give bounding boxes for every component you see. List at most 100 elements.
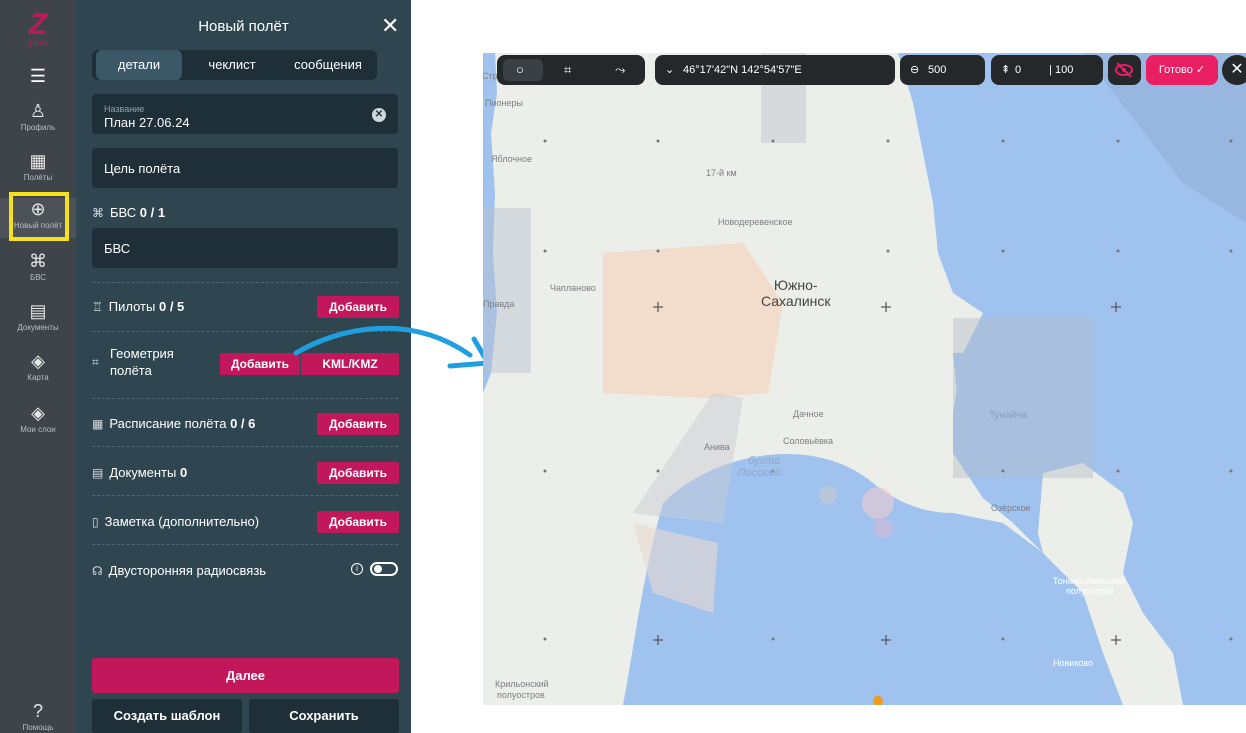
add-geometry-button[interactable]: Добавить	[220, 353, 300, 375]
drone-icon: ⌘	[92, 206, 104, 220]
altitude-icon: ⇞	[1001, 64, 1011, 76]
pilots-label: ♖ Пилоты 0 / 5	[92, 299, 185, 314]
app-logo: Z plus	[18, 8, 58, 49]
coordinates-value: 46°17'42"N 142°54'57"E	[683, 64, 802, 76]
geometry-icon: ⌗	[92, 355, 99, 369]
add-note-button[interactable]: Добавить	[317, 511, 399, 533]
nav-rail: Z plus ☰ ♙ Профиль ▦ Полёты ⊕ Новый полё…	[0, 0, 76, 733]
annotation-arrow	[293, 325, 491, 369]
city-label: Южно- Сахалинск	[761, 277, 831, 309]
flight-name-value: План 27.06.24	[104, 115, 190, 130]
visibility-button[interactable]	[1108, 55, 1141, 85]
map-view[interactable]: Пионеры Яблочное 17-й км Новодеревенское…	[483, 53, 1246, 705]
user-icon: ♙	[29, 101, 47, 121]
place-label: Соловьёвка	[783, 436, 834, 446]
done-label: Готово	[1158, 64, 1193, 76]
place-label: Крильонский	[495, 679, 549, 689]
tab-bar: детали чеклист сообщения	[92, 50, 377, 80]
create-template-button[interactable]: Создать шаблон	[92, 699, 242, 733]
divider	[92, 282, 398, 283]
radio-icon: ☊	[92, 564, 103, 578]
place-label: Новодеревенское	[718, 217, 793, 227]
route-tool-icon[interactable]: ⤳	[615, 55, 625, 85]
drone-icon: ⌘	[29, 251, 47, 271]
place-label: Дачное	[793, 409, 824, 419]
rail-item-label: Полёты	[23, 173, 53, 182]
panel-title: Новый полёт	[198, 18, 289, 35]
place-label: Стр	[483, 71, 498, 81]
rail-item-uav[interactable]: ⌘ БВС	[0, 250, 76, 283]
altitude-control[interactable]: ⇞ 0 | 100	[991, 55, 1103, 85]
layers-icon: ◈	[31, 351, 45, 371]
divider	[92, 544, 398, 545]
tab-messages[interactable]: сообщения	[282, 50, 374, 80]
clipboard-icon: ▤	[29, 301, 47, 321]
close-icon[interactable]: ✕	[381, 13, 399, 39]
logo-letter: Z	[28, 8, 48, 41]
rail-item-help[interactable]: ? Помощь	[0, 700, 76, 733]
uav-placeholder: БВС	[104, 241, 131, 256]
eye-off-icon	[1115, 62, 1133, 78]
app-root: Z plus ☰ ♙ Профиль ▦ Полёты ⊕ Новый полё…	[0, 0, 1246, 733]
altitude-separator: |	[1049, 64, 1052, 76]
radio-toggle[interactable]	[370, 562, 398, 576]
next-button[interactable]: Далее	[92, 658, 399, 693]
place-label: Новиково	[1053, 658, 1094, 668]
rail-item-label: Мои слои	[20, 425, 56, 434]
schedule-count: 0 / 6	[230, 416, 256, 431]
place-label: полуостров	[497, 690, 545, 700]
flight-purpose-field[interactable]: Цель полёта	[92, 148, 398, 188]
rail-item-flights[interactable]: ▦ Полёты	[0, 150, 76, 183]
documents-count: 0	[179, 465, 188, 480]
pilot-icon: ♖	[92, 300, 103, 314]
tab-details[interactable]: детали	[96, 50, 182, 80]
add-document-button[interactable]: Добавить	[317, 462, 399, 484]
rail-item-my-layers[interactable]: ◈ Мои слои	[0, 402, 76, 435]
place-label: Озёрское	[991, 503, 1031, 513]
rail-item-label: Документы	[17, 323, 59, 332]
rail-item-profile[interactable]: ♙ Профиль	[0, 100, 76, 133]
documents-label: ▤ Документы 0	[92, 465, 188, 480]
info-icon[interactable]: i	[351, 563, 363, 575]
highlight-box	[9, 192, 69, 241]
coordinates-bar[interactable]: ⌄ 46°17'42"N 142°54'57"E	[655, 55, 895, 85]
close-map-icon[interactable]: ✕	[1222, 55, 1246, 85]
divider	[92, 446, 398, 447]
rail-item-label: Помощь	[22, 723, 54, 732]
place-label: полуостров	[1066, 586, 1114, 596]
rail-item-documents[interactable]: ▤ Документы	[0, 300, 76, 333]
geometry-label: ⌗ Геометрия полёта	[92, 346, 174, 378]
flight-purpose-placeholder: Цель полёта	[104, 161, 181, 176]
add-schedule-button[interactable]: Добавить	[317, 413, 399, 435]
note-label: ▯ Заметка (дополнительно)	[92, 514, 260, 529]
check-icon: ✓	[1195, 64, 1206, 76]
layers-icon: ◈	[31, 403, 45, 423]
divider	[92, 495, 398, 496]
rail-item-label: Карта	[27, 373, 49, 382]
clear-icon[interactable]: ✕	[372, 108, 386, 122]
radio-label: ☊ Двусторонняя радиосвязь	[92, 563, 267, 578]
uav-count: 0 / 1	[139, 205, 166, 220]
altitude-max[interactable]: 100	[1055, 55, 1073, 85]
uav-section-label: ⌘ БВС 0 / 1	[92, 205, 166, 220]
place-label: Пионеры	[485, 98, 523, 108]
uav-select[interactable]: БВС	[92, 228, 398, 268]
radius-control[interactable]: ⊖ 500	[900, 55, 985, 85]
save-button[interactable]: Сохранить	[249, 699, 399, 733]
lake-label: Тунайча	[989, 410, 1027, 421]
circle-tool-icon[interactable]: ○	[516, 55, 524, 85]
rail-item-map[interactable]: ◈ Карта	[0, 350, 76, 383]
calendar-icon: ▦	[29, 151, 47, 171]
place-label: Анива	[704, 442, 730, 452]
altitude-min[interactable]: 0	[1015, 55, 1021, 85]
place-label: 17-й км	[706, 168, 737, 178]
menu-icon[interactable]: ☰	[26, 66, 50, 87]
tab-checklist[interactable]: чеклист	[187, 50, 277, 80]
place-label: Правда	[483, 299, 515, 309]
done-button[interactable]: Готово ✓	[1146, 55, 1218, 85]
place-label: Яблочное	[491, 154, 533, 164]
polygon-tool-icon[interactable]: ⌗	[564, 55, 571, 85]
schedule-label: ▦ Расписание полёта 0 / 6	[92, 416, 256, 431]
flight-name-field[interactable]: Название План 27.06.24 ✕	[92, 94, 398, 134]
chevron-down-icon[interactable]: ⌄	[665, 55, 674, 85]
